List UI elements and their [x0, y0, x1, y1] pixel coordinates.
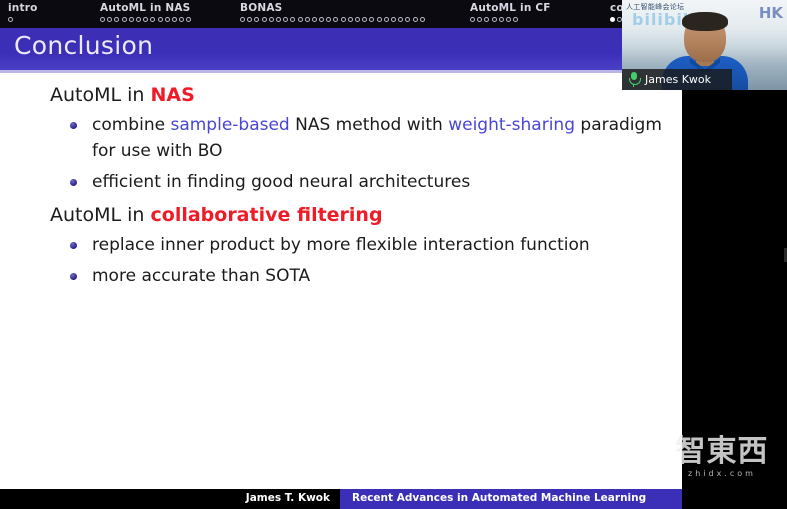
participant-name: James Kwok — [645, 73, 712, 86]
presentation-slide: intro AutoML in NAS BONAS AutoML in CF co Co… — [0, 0, 682, 509]
nav-section-label: intro — [8, 2, 38, 14]
slide-footer: James T. Kwok Recent Advances in Automat… — [0, 489, 682, 509]
page-title: Conclusion — [14, 31, 154, 60]
text-run-plain: AutoML in — [50, 84, 151, 106]
webcam-video-tile[interactable]: 人工智能峰会论坛 bilibili HK James Kwok — [622, 0, 787, 90]
slide-block-heading: AutoML in NAS — [50, 80, 682, 110]
footer-title-cell: Recent Advances in Automated Machine Lea… — [340, 489, 682, 509]
slide-body: AutoML in NAS combine sample-based NAS me… — [0, 80, 682, 294]
nav-section-dots[interactable] — [8, 15, 38, 24]
bullet-icon — [70, 273, 77, 280]
list-item: replace inner product by more flexible i… — [0, 232, 682, 258]
text-run-plain: AutoML in — [50, 204, 151, 226]
nav-section-label: AutoML in NAS — [100, 2, 191, 14]
hk-logo: HK — [758, 4, 783, 22]
watermark-url: zhidx.com — [688, 469, 756, 478]
screen-recording-frame: intro AutoML in NAS BONAS AutoML in CF co Co… — [0, 0, 787, 509]
text-run-red: NAS — [150, 84, 195, 106]
nav-section-dots[interactable] — [240, 15, 427, 24]
list-item: combine sample-based NAS method with wei… — [0, 112, 682, 164]
bullet-icon — [70, 179, 77, 186]
text-run-red: collaborative filtering — [150, 204, 383, 226]
nav-section-automl-in-cf[interactable]: AutoML in CF — [470, 2, 551, 24]
watermark-glyphs: 智東西 — [675, 434, 769, 469]
channel-watermark: 智東西 zhidx.com — [663, 435, 781, 487]
nav-section-dots[interactable] — [470, 15, 551, 24]
text-run-plain: replace inner product by more flexible i… — [92, 235, 590, 255]
text-run-plain: more accurate than SOTA — [92, 266, 311, 286]
list-item: efficient in finding good neural archite… — [0, 169, 682, 195]
footer-author: James T. Kwok — [245, 492, 330, 504]
text-run-blue: sample-based — [170, 115, 290, 135]
slide-section-navbar[interactable]: intro AutoML in NAS BONAS AutoML in CF co — [0, 0, 682, 28]
microphone-icon[interactable] — [628, 72, 641, 87]
text-run-plain: combine — [92, 115, 171, 135]
nav-section-bonas[interactable]: BONAS — [240, 2, 427, 24]
nav-section-dots[interactable] — [100, 15, 193, 24]
footer-talk-title: Recent Advances in Automated Machine Lea… — [352, 492, 647, 504]
bullet-icon — [70, 122, 77, 129]
slide-bullet-list: combine sample-based NAS method with wei… — [0, 112, 682, 195]
slide-block-heading: AutoML in collaborative filtering — [50, 200, 682, 230]
nav-section-label: BONAS — [240, 2, 283, 14]
text-run-plain: efficient in finding good neural archite… — [92, 172, 471, 192]
speaker-hair — [682, 12, 728, 31]
participant-name-chip: James Kwok — [622, 69, 732, 90]
nav-section-label: AutoML in CF — [470, 2, 551, 14]
list-item: more accurate than SOTA — [0, 263, 682, 289]
slide-bullet-list: replace inner product by more flexible i… — [0, 232, 682, 289]
footer-author-cell: James T. Kwok — [0, 489, 340, 509]
text-run-plain: NAS method with — [289, 115, 449, 135]
text-run-blue: weight-sharing — [448, 115, 575, 135]
nav-section-automl-in-nas[interactable]: AutoML in NAS — [100, 2, 193, 24]
nav-section-intro[interactable]: intro — [8, 2, 38, 24]
bullet-icon — [70, 242, 77, 249]
